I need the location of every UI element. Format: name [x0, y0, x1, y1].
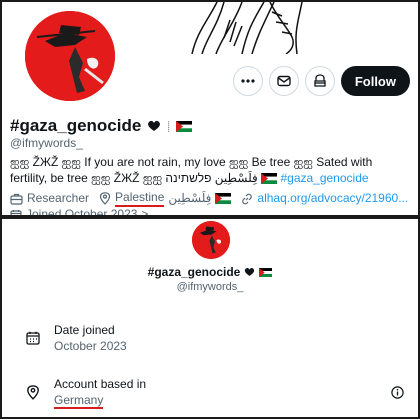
- account-based-label: Account based in: [54, 377, 147, 391]
- briefcase-icon: [10, 193, 23, 205]
- heart-icon: [245, 268, 255, 276]
- heart-icon: [148, 120, 161, 131]
- about-handle: @ifmywords_: [176, 281, 244, 293]
- bio-hashtag-link[interactable]: #gaza_genocide: [280, 171, 368, 185]
- bell-icon: [314, 74, 326, 87]
- palestine-flag-icon: [259, 267, 273, 277]
- link-icon: [242, 193, 253, 204]
- user-handle: @ifmywords_: [10, 136, 83, 150]
- avatar-small[interactable]: [192, 221, 230, 259]
- website-link[interactable]: alhaq.org/advocacy/21960...: [257, 191, 408, 206]
- location-icon: [27, 385, 39, 400]
- display-name: #gaza_genocide: [10, 116, 142, 135]
- location: Palestine: [115, 190, 165, 207]
- message-icon: [277, 75, 291, 87]
- palestine-flag-icon: [215, 193, 232, 204]
- name-row: #gaza_genocide ⸽: [10, 116, 192, 136]
- about-name-row: #gaza_genocide: [2, 265, 418, 279]
- info-icon[interactable]: [391, 386, 404, 399]
- location-extra: فِلَسْطِين: [168, 191, 212, 205]
- date-joined-value: October 2023: [54, 339, 127, 353]
- account-based-row: Account based in Germany: [26, 377, 146, 409]
- about-account-panel: #gaza_genocide @ifmywords_ Date joined O…: [2, 219, 418, 417]
- palestine-flag-icon: [261, 173, 278, 185]
- palestine-flag-icon: [175, 120, 192, 132]
- calendar-icon: [26, 331, 40, 345]
- occupation: Researcher: [27, 191, 90, 205]
- separator-icon: ⸽: [167, 122, 170, 133]
- avatar[interactable]: [22, 8, 118, 104]
- more-icon: [241, 79, 255, 83]
- date-joined-label: Date joined: [54, 323, 115, 337]
- profile-actions: Follow: [232, 66, 410, 96]
- about-display-name: #gaza_genocide: [147, 265, 241, 279]
- follow-button[interactable]: Follow: [340, 66, 410, 96]
- profile-header: Follow #gaza_genocide ⸽ @ifmywords_ ஐஐ Ž…: [2, 2, 418, 221]
- subscribe-button[interactable]: [304, 66, 335, 96]
- bio: ஐஐ ŽЖŽ ஐஐ If you are not rain, my love ஐ…: [10, 154, 410, 186]
- date-joined-row: Date joined October 2023: [26, 323, 127, 353]
- location-icon: [99, 192, 111, 205]
- message-button[interactable]: [268, 66, 299, 96]
- account-based-value: Germany: [54, 393, 104, 409]
- more-button[interactable]: [232, 66, 263, 96]
